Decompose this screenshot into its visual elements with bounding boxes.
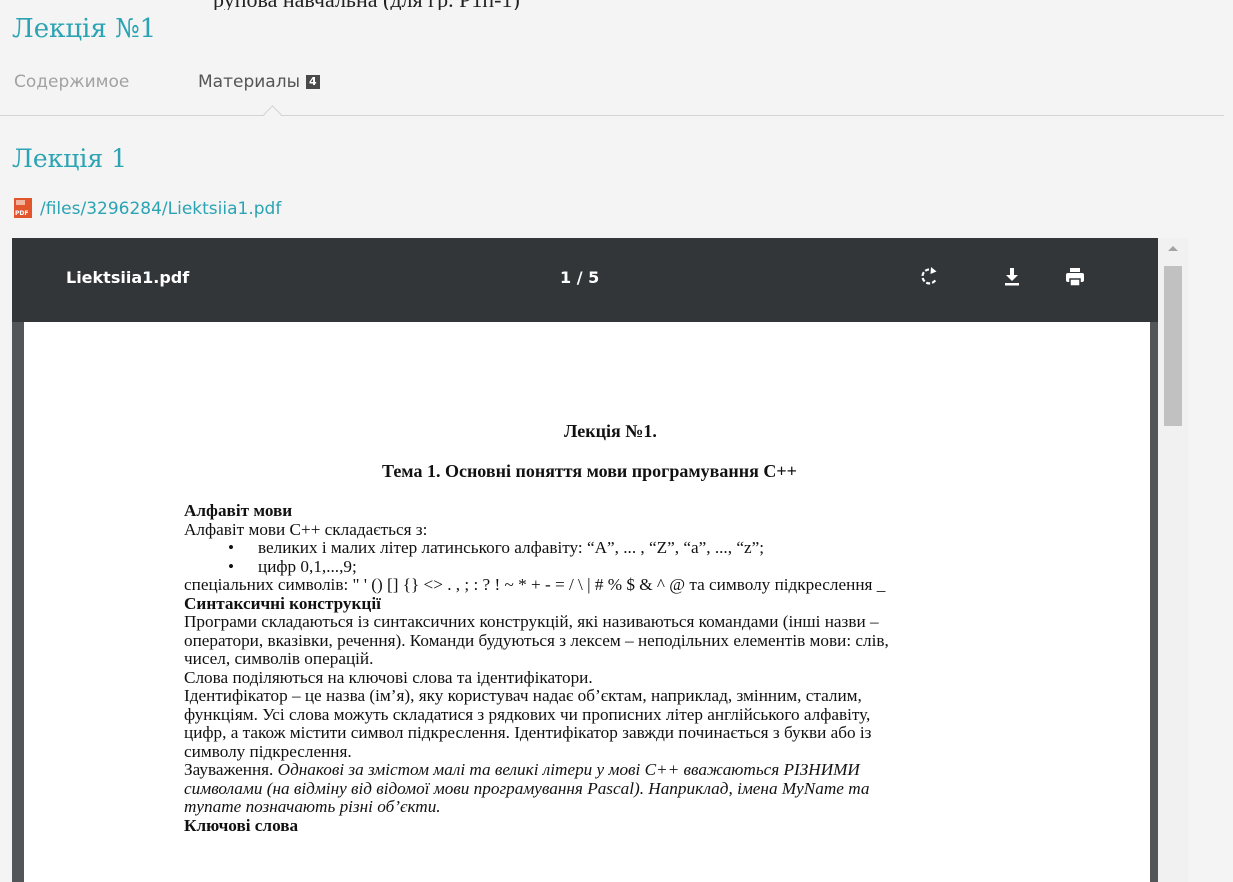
viewer-scrollbar[interactable] xyxy=(1158,238,1188,882)
doc-line: цифр, а також містити символ підкресленн… xyxy=(184,723,872,742)
doc-line: Програми складаються із синтаксичних кон… xyxy=(184,612,879,631)
scroll-up-arrow-icon[interactable] xyxy=(1168,246,1178,251)
page-indicator: 1 / 5 xyxy=(560,268,600,287)
doc-note-text: Однакові за змістом малі та великі літер… xyxy=(277,760,860,779)
doc-line: Слова поділяються на ключові слова та ід… xyxy=(184,667,593,687)
rotate-icon xyxy=(921,267,938,285)
doc-line: функціям. Усі слова можуть складатися з … xyxy=(184,704,871,724)
top-fragment: рупова навчальна (для гр. Р1п-1) xyxy=(0,0,1233,10)
download-icon xyxy=(1005,268,1019,286)
document-subtitle: Тема 1. Основні поняття мови програмуван… xyxy=(382,461,797,481)
doc-line: чисел, символів операцій. xyxy=(184,649,374,668)
viewer-body[interactable]: Лекція №1. Тема 1. Основні поняття мови … xyxy=(12,322,1158,882)
document-body: Алфавіт мови Алфавіт мови С++ складаєтьс… xyxy=(184,501,1084,835)
rotate-button[interactable] xyxy=(915,262,945,292)
active-tab-pointer xyxy=(263,105,282,124)
tab-materials-label: Материалы xyxy=(198,72,300,92)
print-button[interactable] xyxy=(1060,262,1090,292)
top-fragment-text: рупова навчальна (для гр. Р1п-1) xyxy=(213,0,520,10)
doc-line: спеціальних символів: " ' () [] {} <> . … xyxy=(184,575,886,594)
doc-heading: Синтаксичні конструкції xyxy=(184,593,381,613)
doc-note-label: Зауваження. xyxy=(184,760,274,779)
file-link-text: /files/3296284/Liektsiia1.pdf xyxy=(40,199,282,219)
tab-content-label: Содержимое xyxy=(14,72,130,92)
print-icon xyxy=(1066,268,1084,287)
doc-line: Алфавіт мови С++ складається з: xyxy=(184,519,428,539)
tab-materials[interactable]: Материалы 4 xyxy=(198,72,320,92)
document-title: Лекція №1. xyxy=(564,421,657,441)
pdf-file-icon: PDF xyxy=(14,198,32,218)
pdf-file-link[interactable]: PDF/files/3296284/Liektsiia1.pdf xyxy=(14,198,281,219)
doc-bullet: цифр 0,1,...,9; xyxy=(184,557,1084,577)
doc-line: символу підкреслення. xyxy=(184,741,352,761)
pdf-viewer: Liektsiia1.pdf 1 / 5 Лекція №1. Тема 1. … xyxy=(12,238,1188,882)
tabs-divider xyxy=(0,115,1224,116)
doc-line: myname позначають різні об’єкти. xyxy=(184,797,441,816)
page-title: Лекція №1 xyxy=(12,14,157,44)
viewer-filename: Liektsiia1.pdf xyxy=(66,268,190,287)
download-button[interactable] xyxy=(997,262,1027,292)
tab-content[interactable]: Содержимое xyxy=(14,72,129,92)
doc-line: символами (на відміну від відомої мови п… xyxy=(184,778,870,798)
scroll-thumb[interactable] xyxy=(1164,266,1182,426)
doc-heading: Ключові слова xyxy=(184,815,299,835)
doc-note-line: Зауваження. Однакові за змістом малі та … xyxy=(184,760,1084,780)
doc-line: оператори, вказівки, речення). Команди б… xyxy=(184,630,889,650)
doc-line: Ідентифікатор – це назва (ім’я), яку кор… xyxy=(184,686,862,705)
doc-bullet: великих і малих літер латинського алфаві… xyxy=(184,538,1084,558)
pdf-page: Лекція №1. Тема 1. Основні поняття мови … xyxy=(24,322,1150,882)
viewer-toolbar: Liektsiia1.pdf 1 / 5 xyxy=(12,238,1158,322)
doc-heading: Алфавіт мови xyxy=(184,501,293,520)
materials-count-badge: 4 xyxy=(306,75,320,89)
section-title: Лекція 1 xyxy=(12,144,127,173)
